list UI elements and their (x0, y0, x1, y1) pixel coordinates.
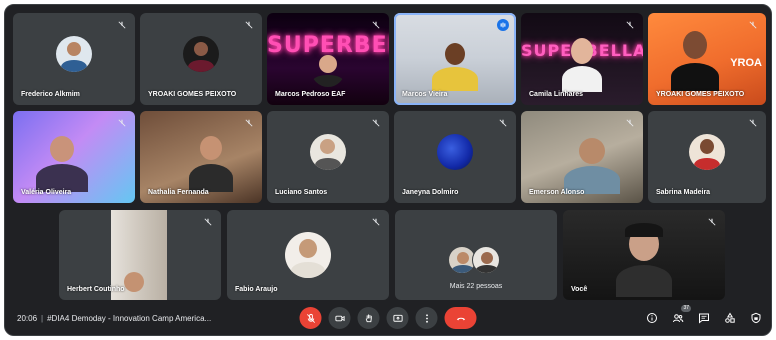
chat-icon (699, 313, 709, 324)
camera-toggle-button[interactable] (328, 307, 351, 329)
participant-name: Janeyna Dolmiro (402, 189, 459, 196)
participant-tile[interactable]: YROAKI GOMES PEIXOTO (140, 13, 262, 105)
mic-off-icon (116, 19, 128, 31)
participant-tile[interactable]: SUPERBELLA Camila Linhares (521, 13, 643, 105)
participant-tile[interactable]: Valéria Oliveira (13, 111, 135, 203)
mic-off-icon (370, 216, 382, 228)
meeting-info: 20:06 | #DIA4 Demoday - Innovation Camp Am… (17, 314, 211, 323)
present-screen-button[interactable] (386, 307, 409, 329)
participant-name: Sabrina Madeira (656, 189, 711, 196)
participant-count-badge: 37 (681, 305, 691, 312)
avatar (670, 27, 720, 91)
mic-off-icon (370, 19, 382, 31)
participant-name: Herbert Coutinho (67, 286, 125, 293)
participant-tile[interactable]: Frederico Alkmim (13, 13, 135, 105)
avatar (472, 246, 500, 274)
participant-tile[interactable]: Herbert Coutinho (59, 210, 221, 300)
avatar (34, 130, 90, 194)
present-screen-icon (392, 314, 403, 322)
participant-name: YROAKI GOMES PEIXOTO (656, 91, 745, 98)
video-overlay-text: YROA (730, 57, 762, 69)
host-controls-icon (751, 312, 761, 324)
participant-name: Você (571, 286, 588, 293)
host-controls-button[interactable] (749, 311, 763, 325)
clock: 20:06 (17, 313, 38, 323)
avatar (562, 134, 622, 195)
mic-off-icon (370, 117, 382, 129)
avatar (183, 36, 219, 73)
participant-name: Nathalia Fernanda (148, 189, 209, 196)
raise-hand-icon (365, 313, 372, 322)
participant-tile[interactable]: Nathalia Fernanda (140, 111, 262, 203)
mic-off-icon (624, 117, 636, 129)
more-people-tile[interactable]: Mais 22 pessoas (395, 210, 557, 300)
more-vert-icon (425, 313, 428, 323)
participant-name: Marcos Pedroso EAF (275, 91, 346, 98)
mic-off-icon (202, 216, 214, 228)
participant-name: Marcos Vieira (402, 91, 448, 98)
avatar (614, 223, 674, 298)
participant-name: Frederico Alkmim (21, 91, 80, 98)
avatar (437, 134, 473, 171)
meeting-title: #DIA4 Demoday - Innovation Camp America.… (47, 313, 212, 323)
participant-name: Emerson Alonso (529, 189, 585, 196)
mic-off-icon (243, 19, 255, 31)
mic-off-icon (747, 117, 759, 129)
avatar (560, 34, 604, 94)
participant-name: YROAKI GOMES PEIXOTO (148, 91, 237, 98)
avatar (56, 36, 92, 73)
avatar (430, 41, 480, 92)
more-people-avatars (448, 246, 500, 274)
mic-off-icon (243, 117, 255, 129)
participant-tile[interactable]: Marcos Vieira (394, 13, 516, 105)
participant-tile[interactable]: Janeyna Dolmiro (394, 111, 516, 203)
participant-tile[interactable]: SUPERBELLA Marcos Pedroso EAF (267, 13, 389, 105)
mic-off-icon (747, 19, 759, 31)
participant-tile[interactable]: Fabio Araujo (227, 210, 389, 300)
activities-button[interactable] (723, 311, 737, 325)
mic-off-icon (306, 313, 315, 323)
camera-icon (334, 315, 345, 321)
raise-hand-button[interactable] (357, 307, 380, 329)
separator: | (41, 313, 44, 323)
bottom-toolbar: 20:06 | #DIA4 Demoday - Innovation Camp Am… (5, 301, 771, 335)
chat-button[interactable] (697, 311, 711, 325)
call-controls (299, 307, 477, 329)
avatar (689, 134, 725, 171)
participant-name: Luciano Santos (275, 189, 328, 196)
participant-tile[interactable]: Emerson Alonso (521, 111, 643, 203)
people-icon (673, 314, 684, 323)
mic-off-icon (706, 216, 718, 228)
avatar (311, 53, 345, 88)
avatar (285, 232, 331, 278)
participant-name: Fabio Araujo (235, 286, 278, 293)
avatar (187, 130, 235, 194)
participant-name: Camila Linhares (529, 91, 584, 98)
meeting-details-button[interactable] (645, 311, 659, 325)
activities-icon (725, 312, 735, 323)
meet-window: Frederico Alkmim YROAKI GOMES PEIXOTO SU… (4, 4, 772, 336)
participant-tile[interactable]: YROA YROAKI GOMES PEIXOTO (648, 13, 766, 105)
info-icon (647, 313, 657, 323)
participant-name: Valéria Oliveira (21, 189, 72, 196)
hangup-icon (456, 317, 465, 320)
avatar (310, 134, 346, 171)
mic-off-icon (624, 19, 636, 31)
more-people-label: Mais 22 pessoas (449, 283, 503, 290)
mic-off-icon (116, 117, 128, 129)
participant-tile[interactable]: Luciano Santos (267, 111, 389, 203)
mic-off-icon (497, 117, 509, 129)
participant-tile[interactable]: Sabrina Madeira (648, 111, 766, 203)
side-controls: 37 (645, 305, 763, 325)
participant-tile[interactable]: Você (563, 210, 725, 300)
people-button[interactable]: 37 (671, 305, 691, 325)
mic-toggle-button[interactable] (299, 307, 322, 329)
avatar (123, 272, 144, 292)
leave-call-button[interactable] (444, 307, 477, 329)
more-options-button[interactable] (415, 307, 438, 329)
speaking-indicator-icon (497, 19, 509, 31)
